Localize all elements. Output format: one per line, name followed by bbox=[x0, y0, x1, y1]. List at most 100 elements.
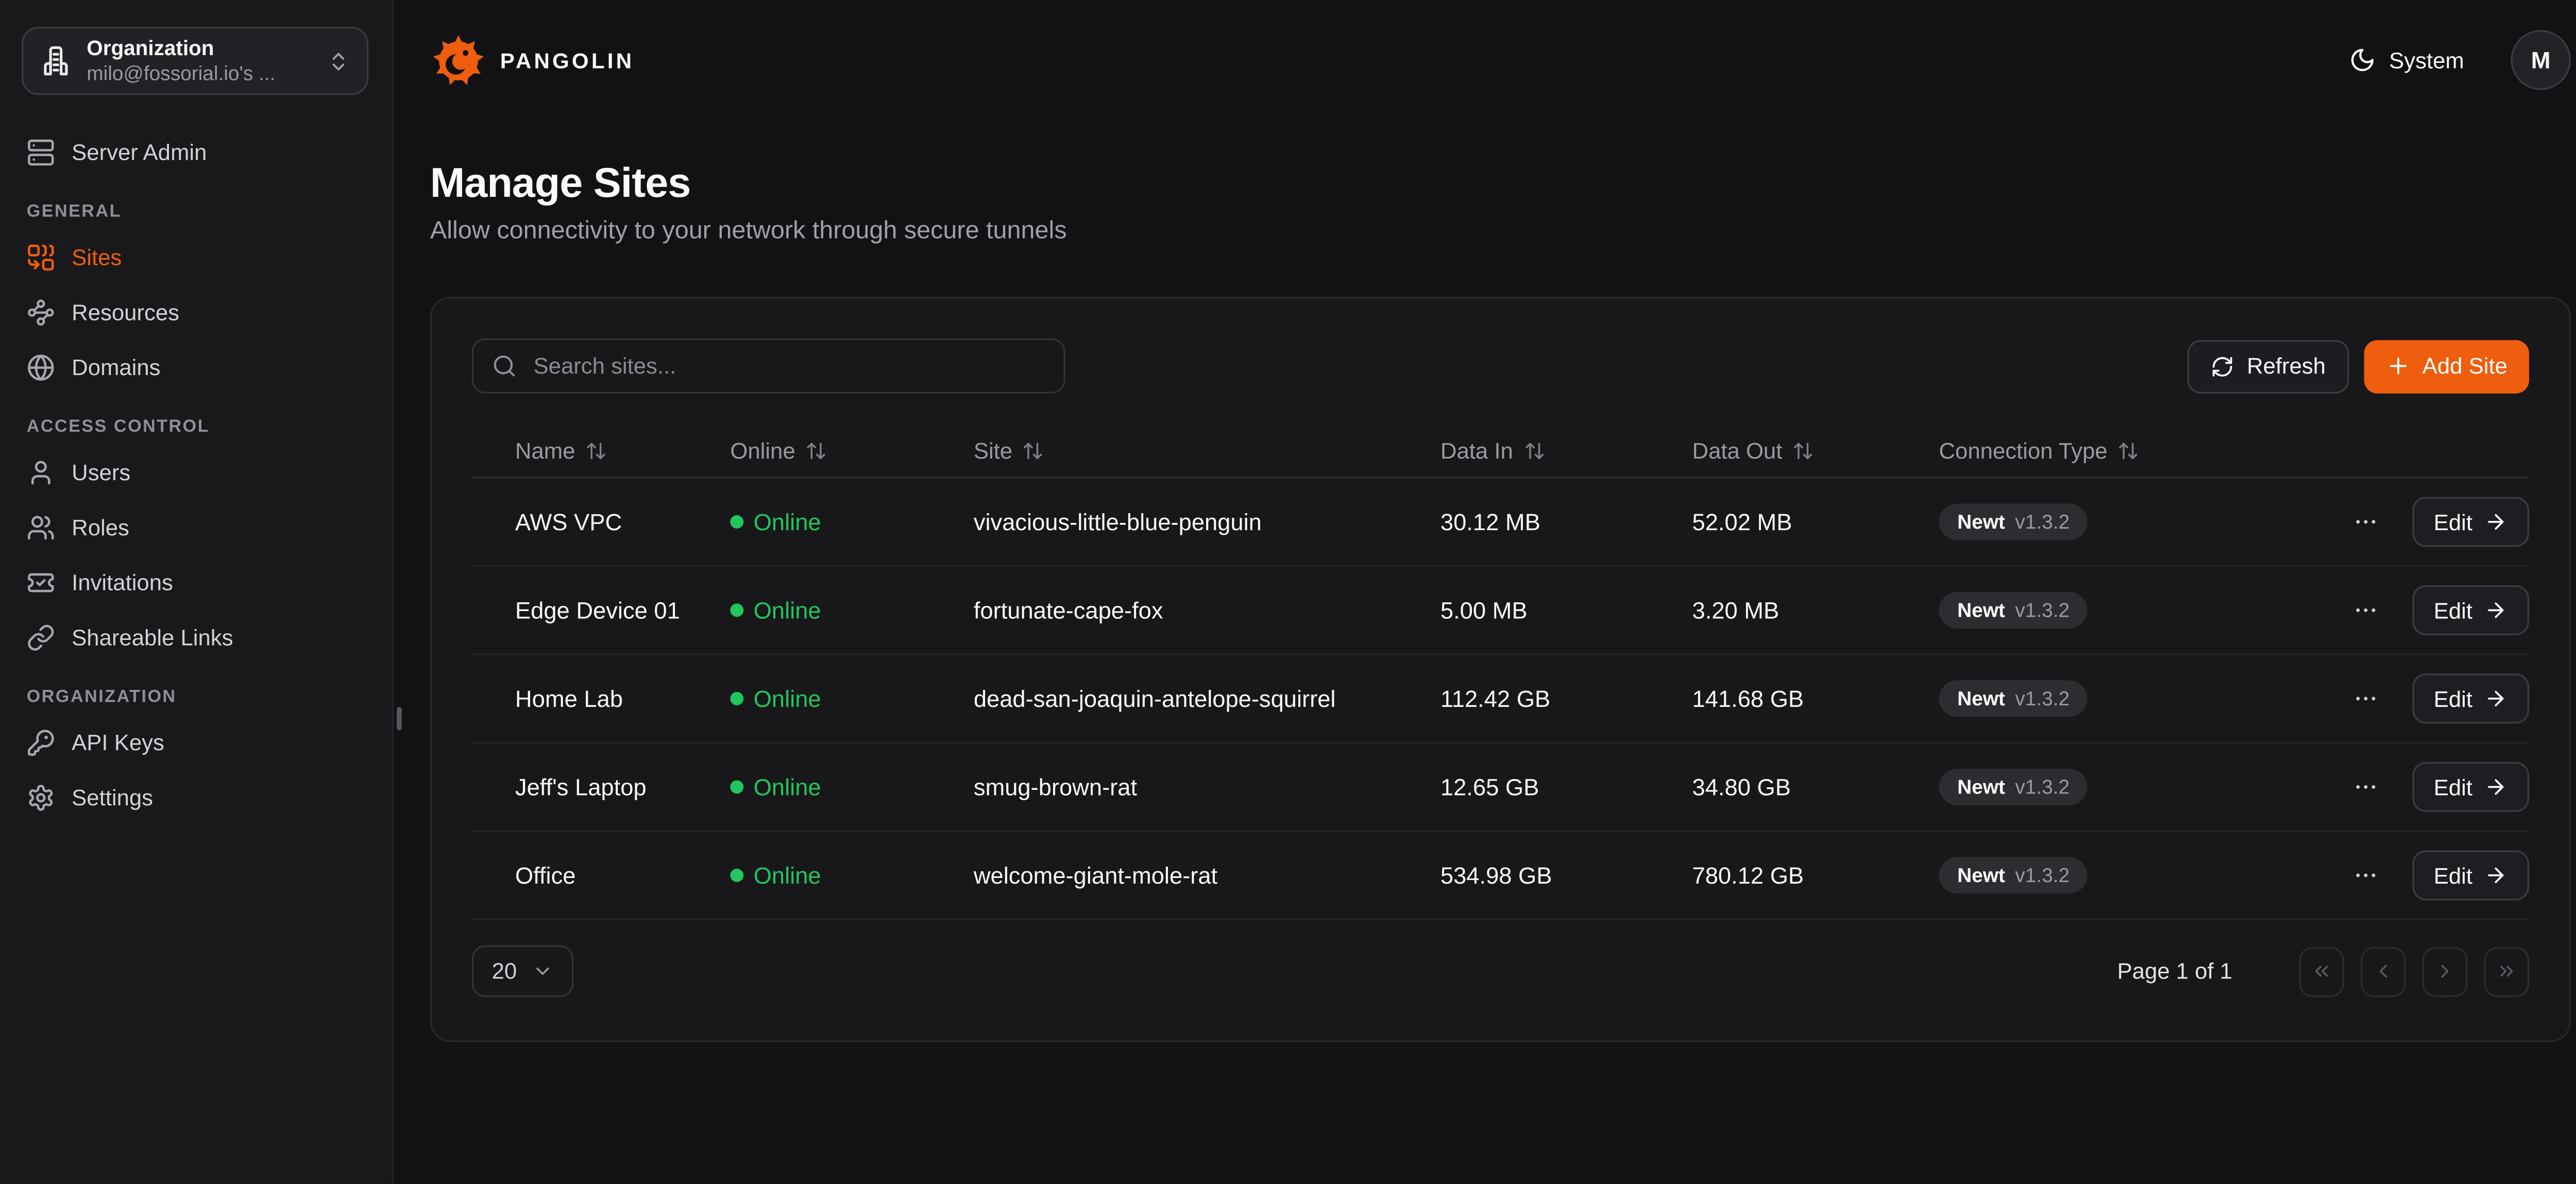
page-title: Manage Sites bbox=[430, 160, 690, 209]
row-menu-button[interactable] bbox=[2345, 767, 2385, 807]
brand: PANGOLIN bbox=[430, 31, 634, 88]
refresh-icon bbox=[2210, 354, 2233, 378]
table-row: Edge Device 01 Online fortunate-cape-fox… bbox=[472, 567, 2529, 655]
site-name: Home Lab bbox=[472, 685, 705, 712]
page-size-select[interactable]: 20 bbox=[472, 945, 573, 997]
sort-icon bbox=[2117, 440, 2139, 462]
main-area: PANGOLIN System M Manage Sites Allow con… bbox=[394, 0, 2576, 1184]
sidebar-item-roles[interactable]: Roles bbox=[27, 500, 365, 555]
column-header-online[interactable]: Online bbox=[705, 438, 930, 464]
site-status: Online bbox=[705, 862, 930, 889]
sidebar-item-invitations[interactable]: Invitations bbox=[27, 555, 365, 611]
sidebar-item-server-admin[interactable]: Server Admin bbox=[27, 125, 365, 180]
data-out-value: 34.80 GB bbox=[1649, 774, 1895, 801]
table-header-row: Name Online Site Data In bbox=[472, 425, 2529, 479]
brand-name: PANGOLIN bbox=[500, 47, 634, 73]
table-footer: 20 Page 1 of 1 bbox=[472, 945, 2529, 997]
theme-toggle[interactable]: System bbox=[2339, 45, 2474, 75]
add-site-button[interactable]: Add Site bbox=[2364, 340, 2529, 393]
avatar-initial: M bbox=[2531, 47, 2551, 74]
edit-button[interactable]: Edit bbox=[2412, 585, 2529, 635]
connection-badge: Newt v1.3.2 bbox=[1939, 857, 2088, 894]
sidebar-item-users[interactable]: Users bbox=[27, 445, 365, 500]
data-in-value: 112.42 GB bbox=[1397, 685, 1649, 712]
edit-button[interactable]: Edit bbox=[2412, 850, 2529, 900]
avatar[interactable]: M bbox=[2511, 30, 2570, 90]
row-menu-button[interactable] bbox=[2345, 679, 2385, 719]
data-in-value: 534.98 GB bbox=[1397, 862, 1649, 889]
column-header-name[interactable]: Name bbox=[472, 438, 705, 464]
sidebar-item-label: Server Admin bbox=[72, 140, 207, 165]
last-page-button[interactable] bbox=[2484, 946, 2529, 996]
arrow-right-icon bbox=[2484, 687, 2507, 710]
user-icon bbox=[27, 459, 55, 487]
edit-button[interactable]: Edit bbox=[2412, 762, 2529, 812]
connection-type-cell: Newt v1.3.2 bbox=[1895, 680, 2322, 717]
edit-button[interactable]: Edit bbox=[2412, 497, 2529, 547]
sidebar-item-label: Domains bbox=[72, 355, 160, 380]
org-selector[interactable]: Organization milo@fossorial.io's ... bbox=[22, 27, 368, 95]
search-input[interactable] bbox=[530, 352, 1045, 380]
key-icon bbox=[27, 729, 55, 757]
sites-card: Refresh Add Site Name bbox=[430, 297, 2571, 1042]
prev-page-button[interactable] bbox=[2361, 946, 2405, 996]
first-page-button[interactable] bbox=[2299, 946, 2344, 996]
row-menu-button[interactable] bbox=[2345, 855, 2385, 895]
theme-label: System bbox=[2389, 47, 2464, 73]
column-header-site[interactable]: Site bbox=[930, 438, 1397, 464]
connection-badge: Newt v1.3.2 bbox=[1939, 680, 2088, 717]
online-dot-icon bbox=[730, 603, 743, 617]
site-name: Jeff's Laptop bbox=[472, 774, 705, 801]
chevron-right-icon bbox=[2434, 960, 2456, 982]
row-menu-button[interactable] bbox=[2345, 502, 2385, 542]
column-header-data-out[interactable]: Data Out bbox=[1649, 438, 1895, 464]
sidebar-item-settings[interactable]: Settings bbox=[27, 770, 365, 825]
row-actions: Edit bbox=[2323, 497, 2529, 547]
column-header-connection-type[interactable]: Connection Type bbox=[1895, 438, 2322, 464]
edit-button[interactable]: Edit bbox=[2412, 673, 2529, 723]
sidebar-item-label: Roles bbox=[72, 515, 129, 540]
online-dot-icon bbox=[730, 869, 743, 882]
org-selector-label: Organization bbox=[87, 35, 312, 62]
site-status: Online bbox=[705, 597, 930, 623]
card-toolbar: Refresh Add Site bbox=[472, 339, 2529, 394]
sidebar-item-api-keys[interactable]: API Keys bbox=[27, 715, 365, 770]
row-menu-button[interactable] bbox=[2345, 590, 2385, 631]
column-header-data-in[interactable]: Data In bbox=[1397, 438, 1649, 464]
sites-table: Name Online Site Data In bbox=[472, 425, 2529, 920]
table-row: AWS VPC Online vivacious-little-blue-pen… bbox=[472, 479, 2529, 567]
site-slug: dead-san-joaquin-antelope-squirrel bbox=[930, 685, 1397, 712]
data-in-value: 5.00 MB bbox=[1397, 597, 1649, 623]
connection-badge: Newt v1.3.2 bbox=[1939, 768, 2088, 805]
sort-icon bbox=[1023, 440, 1044, 462]
org-selector-value: milo@fossorial.io's ... bbox=[87, 61, 312, 87]
refresh-button[interactable]: Refresh bbox=[2187, 340, 2349, 393]
sidebar-item-shareable-links[interactable]: Shareable Links bbox=[27, 610, 365, 665]
site-name: AWS VPC bbox=[472, 509, 705, 535]
data-out-value: 3.20 MB bbox=[1649, 597, 1895, 623]
topbar: PANGOLIN System M bbox=[394, 0, 2576, 120]
moon-icon bbox=[2349, 47, 2376, 74]
row-actions: Edit bbox=[2323, 673, 2529, 723]
data-in-value: 30.12 MB bbox=[1397, 509, 1649, 535]
chevrons-up-down-icon bbox=[327, 49, 350, 72]
sort-icon bbox=[805, 440, 827, 462]
add-site-label: Add Site bbox=[2422, 353, 2507, 379]
sidebar-item-resources[interactable]: Resources bbox=[27, 285, 365, 340]
toolbar-actions: Refresh Add Site bbox=[2187, 340, 2529, 393]
building-icon bbox=[40, 45, 72, 76]
data-out-value: 52.02 MB bbox=[1649, 509, 1895, 535]
page-size-value: 20 bbox=[492, 959, 517, 984]
waypoints-icon bbox=[27, 298, 55, 327]
sidebar-item-sites[interactable]: Sites bbox=[27, 230, 365, 285]
table-row: Jeff's Laptop Online smug-brown-rat 12.6… bbox=[472, 743, 2529, 832]
combine-icon bbox=[27, 243, 55, 272]
pangolin-logo-icon bbox=[430, 31, 487, 88]
next-page-button[interactable] bbox=[2422, 946, 2467, 996]
sidebar-item-label: Resources bbox=[72, 300, 179, 325]
search-box bbox=[472, 339, 1065, 394]
arrow-right-icon bbox=[2484, 599, 2507, 622]
sidebar-nav: Server Admin GENERAL Sites Resources Do bbox=[0, 125, 392, 825]
site-name: Edge Device 01 bbox=[472, 597, 705, 623]
sidebar-item-domains[interactable]: Domains bbox=[27, 340, 365, 395]
